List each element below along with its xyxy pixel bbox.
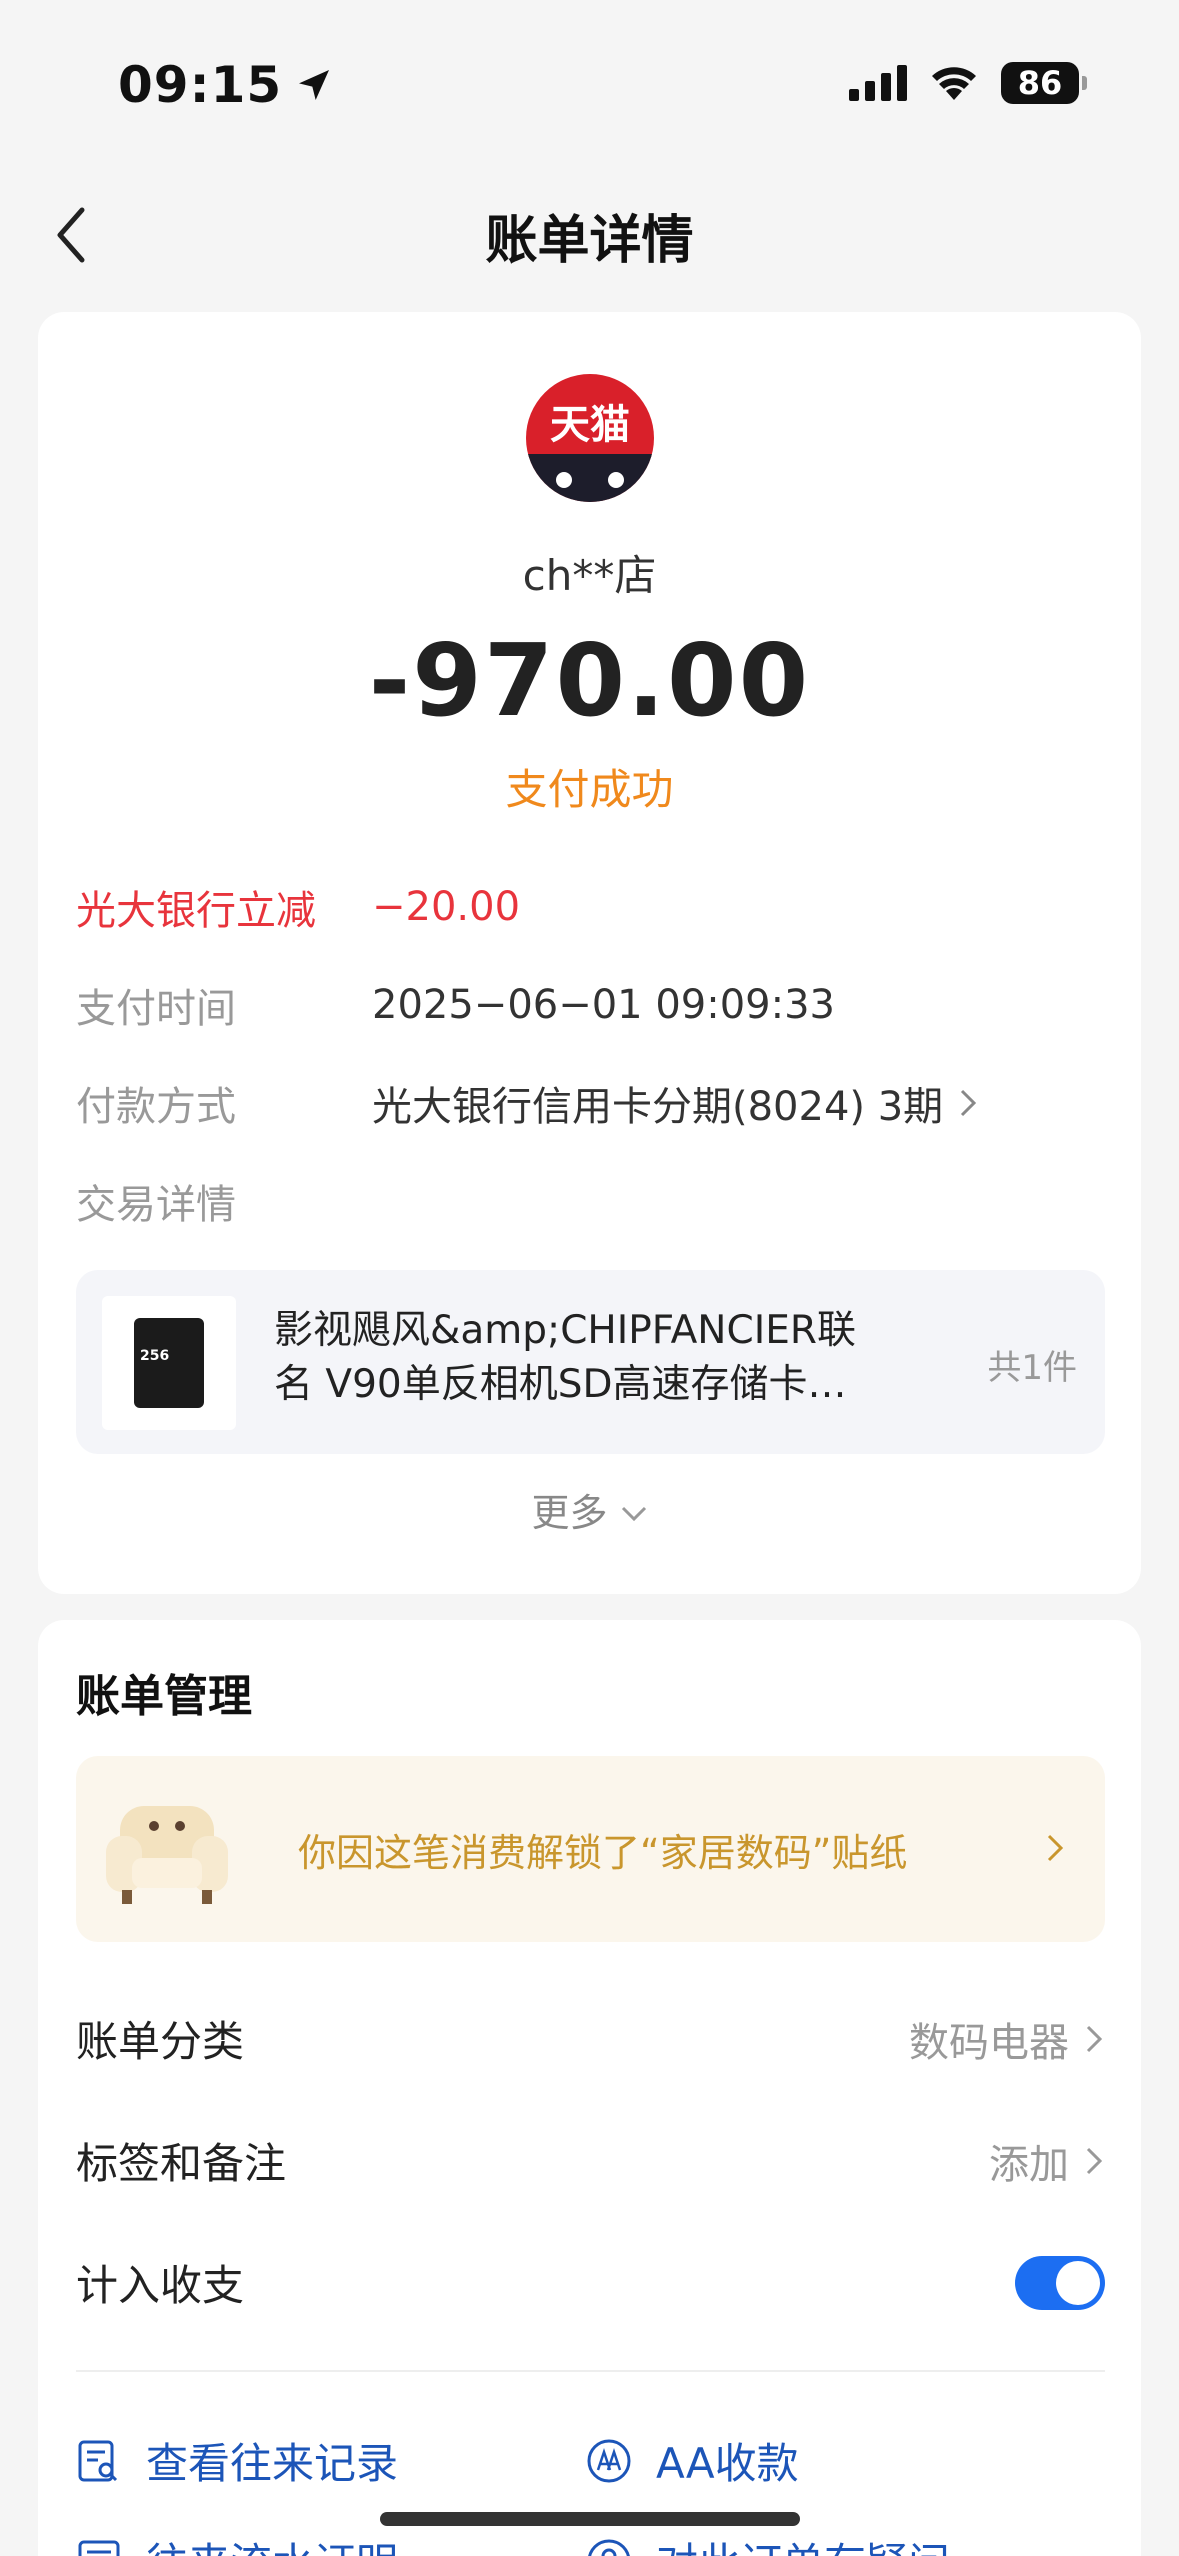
sd-card-icon: 256	[134, 1318, 204, 1408]
pay-time-value: 2025−06−01 09:09:33	[372, 982, 835, 1028]
goods-item[interactable]: 256 影视飓风&amp;CHIPFANCIER联名 V90单反相机SD高速存储…	[76, 1270, 1105, 1454]
statement-link[interactable]: 往来流水证明	[76, 2530, 398, 2556]
tags-value-wrap[interactable]: 添加	[989, 2132, 1105, 2190]
sofa-sticker-icon	[106, 1806, 228, 1904]
sticker-text: 你因这笔消费解锁了“家居数码”贴纸	[298, 1831, 908, 1875]
question-icon	[587, 2539, 631, 2556]
pay-method-label: 付款方式	[76, 1084, 236, 1130]
location-arrow-icon	[299, 70, 330, 100]
merchant-logo: 天猫	[526, 374, 654, 502]
bill-management-card: 账单管理 你因这笔消费解锁了“家居数码”贴纸 账单分类 数码电器 标签和备注 添…	[38, 1620, 1141, 2556]
status-indicators: 86	[849, 62, 1087, 104]
battery-icon: 86	[1001, 62, 1087, 104]
time-text: 09:15	[118, 56, 283, 114]
sd-card-label: 256	[140, 1348, 170, 1364]
chevron-right-icon	[1086, 2025, 1103, 2052]
pay-method-row[interactable]: 付款方式 光大银行信用卡分期(8024) 3期	[76, 1074, 979, 1132]
more-label: 更多	[531, 1491, 608, 1535]
view-records-label: 查看往来记录	[146, 2439, 399, 2488]
include-label: 计入收支	[76, 2261, 245, 2310]
more-button[interactable]: 更多	[38, 1482, 1141, 1537]
chevron-right-icon	[961, 1089, 977, 1117]
cellular-signal-icon	[849, 65, 907, 101]
goods-image: 256	[102, 1296, 236, 1430]
pay-time-label: 支付时间	[76, 986, 236, 1032]
category-value-wrap[interactable]: 数码电器	[909, 2010, 1105, 2068]
home-indicator[interactable]	[380, 2512, 800, 2526]
aa-collect-label: AA收款	[656, 2439, 799, 2488]
aa-icon	[587, 2439, 631, 2482]
chevron-down-icon	[621, 1506, 646, 1521]
trade-detail-label: 交易详情	[76, 1182, 236, 1228]
bill-amount: -970.00	[368, 622, 811, 739]
record-search-icon	[78, 2440, 118, 2481]
category-label: 账单分类	[76, 2017, 245, 2066]
statement-label: 往来流水证明	[146, 2530, 398, 2556]
wifi-icon	[932, 67, 976, 100]
question-link[interactable]: 对此订单有疑问	[586, 2530, 950, 2556]
nav-bar: 账单详情	[0, 170, 1179, 310]
battery-level: 86	[1017, 64, 1063, 102]
aa-collect-link[interactable]: AA收款	[586, 2430, 799, 2491]
logo-text: 天猫	[550, 402, 630, 448]
category-value: 数码电器	[909, 2019, 1069, 2066]
status-time: 09:15	[118, 56, 334, 114]
sticker-banner[interactable]: 你因这笔消费解锁了“家居数码”贴纸	[76, 1756, 1105, 1942]
include-toggle[interactable]	[1015, 2255, 1105, 2310]
cat-face-icon	[526, 454, 654, 502]
merchant-name: ch**店	[522, 551, 657, 600]
tags-row[interactable]: 标签和备注 添加	[76, 2130, 1105, 2191]
discount-row: 光大银行立减 −20.00	[76, 878, 520, 936]
status-bar: 09:15 86	[0, 0, 1179, 170]
trade-detail-row: 交易详情	[76, 1172, 372, 1230]
goods-count: 共1件	[987, 1348, 1077, 1388]
pay-time-row: 支付时间 2025−06−01 09:09:33	[76, 976, 835, 1034]
statement-icon	[78, 2540, 120, 2556]
payment-status: 支付成功	[505, 765, 674, 814]
section-title: 账单管理	[76, 1671, 252, 1722]
bill-summary-card: 天猫 ch**店 -970.00 支付成功 光大银行立减 −20.00 支付时间…	[38, 312, 1141, 1594]
chevron-right-icon	[1047, 1834, 1064, 1862]
chevron-right-icon	[1086, 2147, 1103, 2174]
question-label: 对此订单有疑问	[656, 2530, 950, 2556]
category-row[interactable]: 账单分类 数码电器	[76, 2008, 1105, 2069]
include-row: 计入收支	[76, 2252, 1105, 2313]
view-records-link[interactable]: 查看往来记录	[76, 2430, 398, 2491]
page-title: 账单详情	[485, 211, 694, 271]
pay-method-value: 光大银行信用卡分期(8024) 3期	[372, 1084, 944, 1130]
tags-label: 标签和备注	[76, 2139, 287, 2188]
divider	[76, 2370, 1105, 2372]
pay-method-value-wrap[interactable]: 光大银行信用卡分期(8024) 3期	[372, 1074, 979, 1132]
discount-value: −20.00	[372, 884, 521, 930]
discount-label: 光大银行立减	[76, 888, 316, 934]
tags-value: 添加	[989, 2141, 1069, 2188]
goods-title: 影视飓风&amp;CHIPFANCIER联名 V90单反相机SD高速存储卡…	[274, 1308, 856, 1407]
